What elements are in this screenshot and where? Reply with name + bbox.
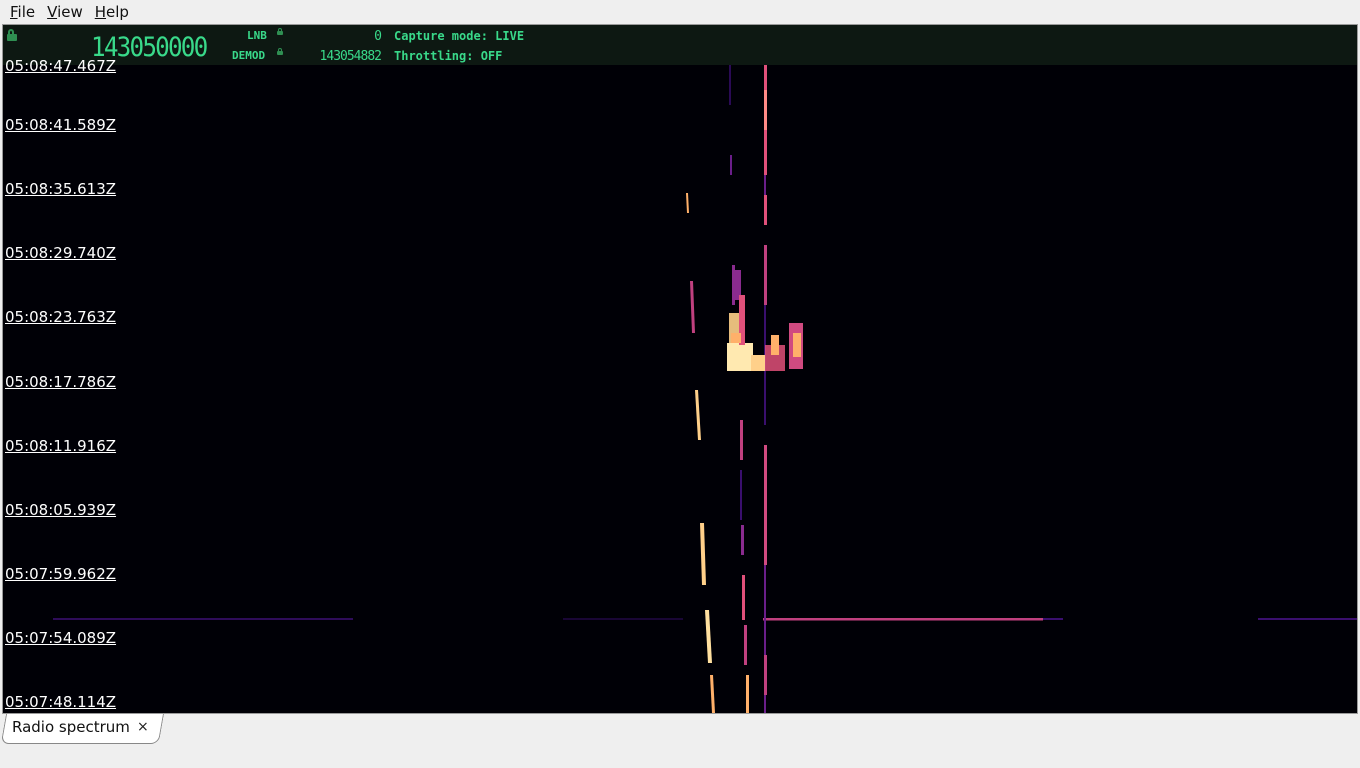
spectrum-panel: 143050000 LNB 0 DEMOD 143054882 Capture … xyxy=(2,24,1358,714)
menu-help[interactable]: Help xyxy=(89,2,135,22)
tab-bar: Radio spectrum × xyxy=(0,714,1360,768)
timestamp-label: 05:07:54.089Z xyxy=(5,629,117,647)
demod-label: DEMOD xyxy=(232,49,266,62)
timestamp-label: 05:08:05.939Z xyxy=(5,501,117,519)
demod-lock-icon[interactable] xyxy=(277,48,283,56)
menu-view[interactable]: View xyxy=(41,2,89,22)
menu-file[interactable]: File xyxy=(4,2,41,22)
capture-mode-status: Capture mode: LIVE xyxy=(394,29,525,43)
timestamp-label: 05:07:59.962Z xyxy=(5,565,117,583)
main-lock-icon[interactable] xyxy=(7,29,17,41)
throttling-status: Throttling: OFF xyxy=(394,49,503,63)
timestamp-label: 05:08:47.467Z xyxy=(5,57,117,75)
timestamp-label: 05:08:23.763Z xyxy=(5,308,117,326)
timestamp-label: 05:08:41.589Z xyxy=(5,116,117,134)
tab-close-icon[interactable]: × xyxy=(137,719,149,735)
frequency-header: 143050000 LNB 0 DEMOD 143054882 Capture … xyxy=(3,25,1357,65)
waterfall-display[interactable]: 05:08:47.467Z 05:08:41.589Z 05:08:35.613… xyxy=(3,57,1357,713)
lnb-label: LNB xyxy=(247,29,267,42)
timestamp-label: 05:08:17.786Z xyxy=(5,373,117,391)
lnb-lock-icon[interactable] xyxy=(277,28,283,36)
timestamp-label: 05:08:29.740Z xyxy=(5,244,117,262)
timestamp-label: 05:08:35.613Z xyxy=(5,180,117,198)
demod-value[interactable]: 143054882 xyxy=(293,49,382,64)
tab-label: Radio spectrum xyxy=(12,718,130,736)
timestamp-label: 05:07:48.114Z xyxy=(5,693,117,711)
lnb-value[interactable]: 0 xyxy=(293,29,382,44)
waterfall-canvas xyxy=(53,65,1357,713)
timestamp-label: 05:08:11.916Z xyxy=(5,437,117,455)
menu-bar: File View Help xyxy=(0,0,1360,23)
